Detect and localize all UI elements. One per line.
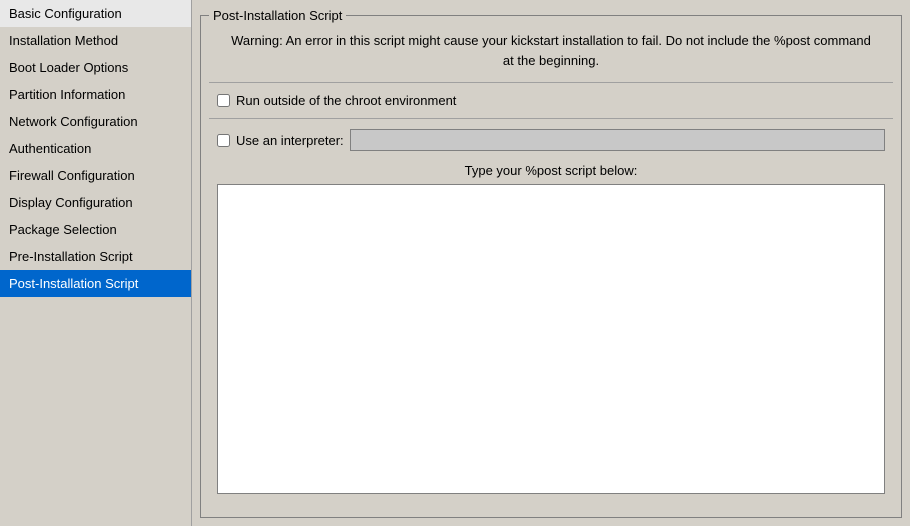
sidebar-item-package-selection[interactable]: Package Selection xyxy=(0,216,191,243)
interpreter-input[interactable] xyxy=(350,129,885,151)
divider-2 xyxy=(209,118,893,119)
warning-text: Warning: An error in this script might c… xyxy=(209,23,893,78)
sidebar-item-firewall-configuration[interactable]: Firewall Configuration xyxy=(0,162,191,189)
sidebar-item-post-installation-script[interactable]: Post-Installation Script xyxy=(0,270,191,297)
sidebar-item-authentication[interactable]: Authentication xyxy=(0,135,191,162)
sidebar-item-boot-loader-options[interactable]: Boot Loader Options xyxy=(0,54,191,81)
outside-chroot-label: Run outside of the chroot environment xyxy=(236,93,456,108)
outside-chroot-checkbox[interactable] xyxy=(217,94,230,107)
script-label: Type your %post script below: xyxy=(209,157,893,184)
interpreter-checkbox[interactable] xyxy=(217,134,230,147)
sidebar-item-display-configuration[interactable]: Display Configuration xyxy=(0,189,191,216)
sidebar-item-pre-installation-script[interactable]: Pre-Installation Script xyxy=(0,243,191,270)
sidebar: Basic ConfigurationInstallation MethodBo… xyxy=(0,0,192,526)
panel-title: Post-Installation Script xyxy=(209,8,346,23)
sidebar-item-installation-method[interactable]: Installation Method xyxy=(0,27,191,54)
main-content: Post-Installation Script Warning: An err… xyxy=(192,0,910,526)
interpreter-row: Use an interpreter: xyxy=(209,123,893,157)
divider-1 xyxy=(209,82,893,83)
post-script-textarea[interactable] xyxy=(217,184,885,494)
sidebar-item-partition-information[interactable]: Partition Information xyxy=(0,81,191,108)
sidebar-item-basic-configuration[interactable]: Basic Configuration xyxy=(0,0,191,27)
sidebar-item-network-configuration[interactable]: Network Configuration xyxy=(0,108,191,135)
post-installation-panel: Post-Installation Script Warning: An err… xyxy=(200,8,902,518)
outside-chroot-row: Run outside of the chroot environment xyxy=(209,87,893,114)
interpreter-label: Use an interpreter: xyxy=(236,133,344,148)
